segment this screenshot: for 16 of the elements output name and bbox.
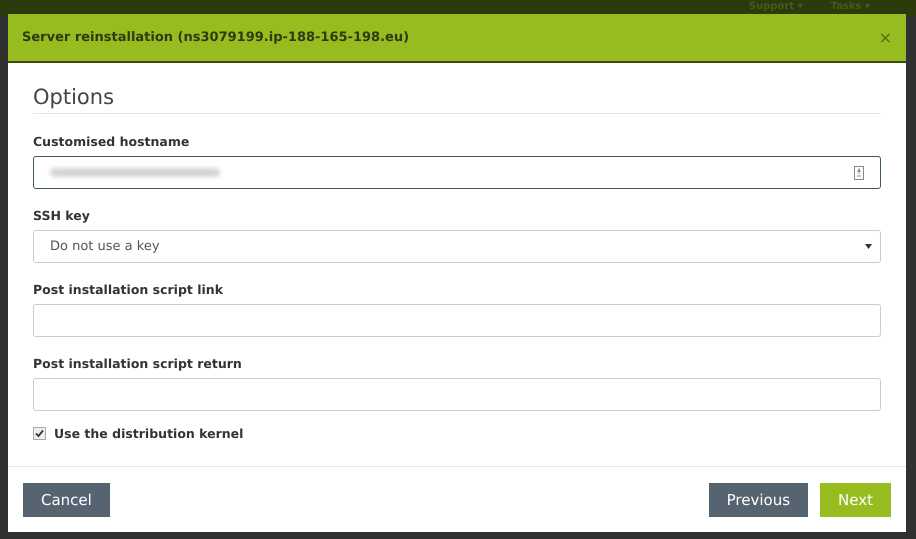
input-field[interactable] <box>33 156 881 189</box>
field-label: SSH key <box>33 208 91 223</box>
ssh-key-dropdown[interactable]: Do not use a key <box>33 230 881 263</box>
section-heading: Options <box>33 85 881 114</box>
dialog-title: Server reinstallation (ns3079199.ip-188-165-198.eu) <box>22 30 410 45</box>
dialog-button[interactable]: Next <box>820 482 891 516</box>
close-button[interactable]: × <box>878 28 892 47</box>
checkbox-label: Use the distribution kernel <box>54 426 244 441</box>
dialog-button[interactable]: Cancel <box>23 482 110 516</box>
password-manager-icon <box>854 166 864 180</box>
dialog-button[interactable]: Previous <box>708 482 808 516</box>
checkbox[interactable] <box>33 427 46 440</box>
field-label: Customised hostname <box>33 134 190 149</box>
field-label: Post installation script link <box>33 282 224 297</box>
field-label: Post installation script return <box>33 356 243 371</box>
caret-icon <box>865 244 872 249</box>
